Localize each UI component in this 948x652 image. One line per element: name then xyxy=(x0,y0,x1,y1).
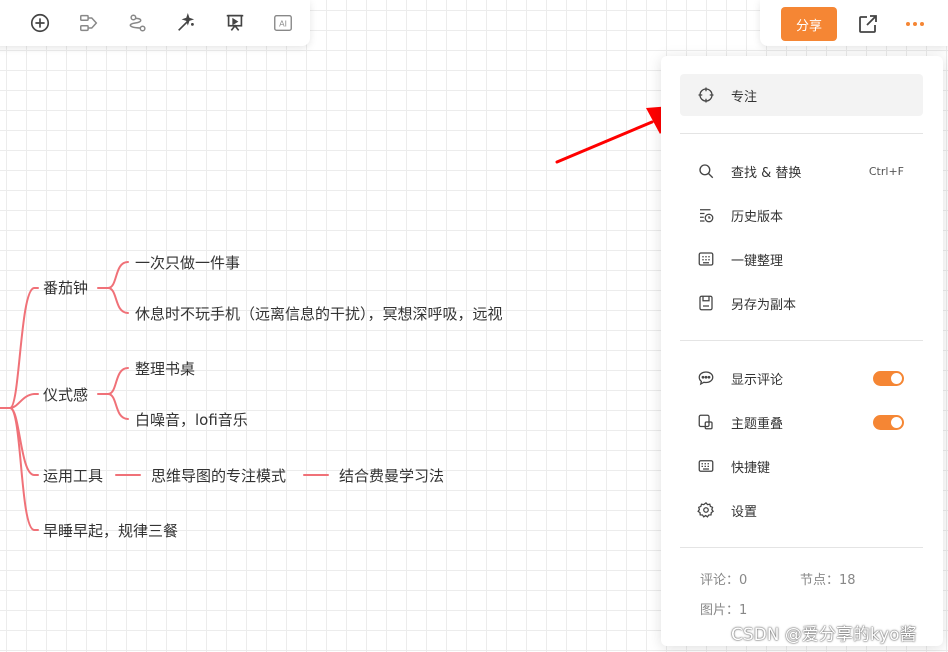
menu-item-shortcuts[interactable]: 快捷键 xyxy=(680,445,923,487)
menu-item-label: 主题重叠 xyxy=(731,416,784,432)
node-one-thing[interactable]: 一次只做一件事 xyxy=(135,252,240,273)
node-feynman[interactable]: 结合费曼学习法 xyxy=(339,465,444,486)
add-circle-icon[interactable] xyxy=(28,11,52,35)
menu-item-label: 设置 xyxy=(731,504,758,520)
more-menu: 专注 查找 & 替换 Ctrl+F 历史版本 一键整理 另存为副本 显示评论 主… xyxy=(661,56,943,646)
comment-count: 评论：0 xyxy=(700,573,748,588)
node-count: 节点：18 xyxy=(800,573,856,588)
save-icon xyxy=(697,294,715,312)
menu-item-settings[interactable]: 设置 xyxy=(680,489,923,531)
history-icon xyxy=(697,206,715,224)
svg-text:AI: AI xyxy=(279,20,287,29)
tidy-icon xyxy=(697,250,715,268)
topic-overlap-toggle[interactable] xyxy=(873,414,904,430)
show-comments-toggle[interactable] xyxy=(873,370,904,386)
menu-divider xyxy=(680,340,923,341)
export-icon[interactable] xyxy=(856,12,880,36)
keyboard-icon xyxy=(697,457,715,475)
image-count: 图片：1 xyxy=(700,603,748,618)
menu-item-save-copy[interactable]: 另存为副本 xyxy=(680,282,923,324)
menu-item-label: 查找 & 替换 xyxy=(731,165,802,181)
node-branch-pomodoro[interactable]: 番茄钟 xyxy=(43,277,88,298)
watermark: CSDN @爱分享的kyo酱 xyxy=(731,625,917,645)
node-rest-no-phone[interactable]: 休息时不玩手机（远离信息的干扰），冥想深呼吸，远视 xyxy=(135,303,503,324)
node-white-noise[interactable]: 白噪音，lofi音乐 xyxy=(135,409,248,430)
menu-item-history[interactable]: 历史版本 xyxy=(680,194,923,236)
menu-item-label: 显示评论 xyxy=(731,372,784,388)
menu-item-focus[interactable]: 专注 xyxy=(680,74,923,116)
menu-item-topic-overlap[interactable]: 主题重叠 xyxy=(680,401,923,443)
menu-item-find-replace[interactable]: 查找 & 替换 Ctrl+F xyxy=(680,150,923,192)
node-mindmap-focus-mode[interactable]: 思维导图的专注模式 xyxy=(151,465,286,486)
ai-icon[interactable]: AI xyxy=(271,11,295,35)
relation-icon[interactable] xyxy=(126,11,150,35)
magic-icon[interactable] xyxy=(174,11,198,35)
menu-divider xyxy=(680,547,923,548)
shortcut-hint: Ctrl+F xyxy=(868,164,904,178)
top-toolbar: AI xyxy=(0,0,310,46)
menu-item-tidy[interactable]: 一键整理 xyxy=(680,238,923,280)
more-icon[interactable] xyxy=(903,12,927,36)
presentation-icon[interactable] xyxy=(223,11,247,35)
focus-icon xyxy=(697,86,715,104)
search-icon xyxy=(697,162,715,180)
menu-item-label: 历史版本 xyxy=(731,209,784,225)
node-branch-ritual[interactable]: 仪式感 xyxy=(43,384,88,405)
menu-divider xyxy=(680,133,923,134)
node-branch-sleep[interactable]: 早睡早起，规律三餐 xyxy=(43,520,178,541)
menu-item-label: 另存为副本 xyxy=(731,297,797,313)
menu-item-label: 专注 xyxy=(731,89,758,105)
menu-item-show-comments[interactable]: 显示评论 xyxy=(680,357,923,399)
overlap-icon xyxy=(697,413,715,431)
comment-icon xyxy=(697,369,715,387)
menu-item-label: 一键整理 xyxy=(731,253,784,269)
share-button[interactable]: 分享 xyxy=(781,7,837,41)
node-tidy-desk[interactable]: 整理书桌 xyxy=(135,358,195,379)
menu-item-label: 快捷键 xyxy=(731,460,771,476)
node-branch-tools[interactable]: 运用工具 xyxy=(43,465,103,486)
gear-icon xyxy=(697,501,715,519)
branch-icon[interactable] xyxy=(77,11,101,35)
